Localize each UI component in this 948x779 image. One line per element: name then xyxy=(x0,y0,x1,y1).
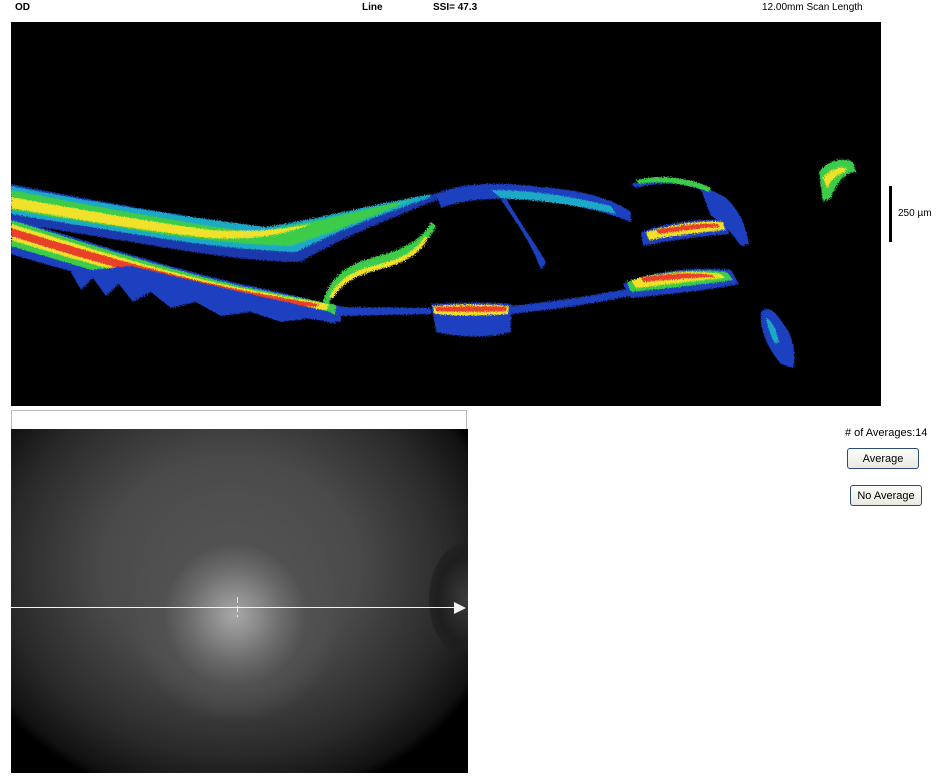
scale-bar xyxy=(889,186,892,242)
eye-label: OD xyxy=(15,2,30,13)
oct-bscan-drawing xyxy=(11,159,856,368)
average-button[interactable]: Average xyxy=(847,448,919,469)
oct-bscan-image xyxy=(11,22,881,406)
averages-count-label: # of Averages:14 xyxy=(845,427,928,439)
fundus-image[interactable] xyxy=(11,429,468,773)
scan-center-marker xyxy=(237,597,238,617)
scan-line-indicator[interactable] xyxy=(11,607,458,608)
scan-direction-arrow-icon xyxy=(454,602,466,614)
scale-bar-label: 250 µm xyxy=(898,208,932,219)
no-average-button[interactable]: No Average xyxy=(850,485,922,506)
optic-disc-region xyxy=(429,544,468,654)
scan-length-label: 12.00mm Scan Length xyxy=(762,2,863,13)
ssi-label: SSI= 47.3 xyxy=(433,2,478,13)
scan-type-label: Line xyxy=(362,2,383,13)
fundus-header-strip xyxy=(11,410,467,429)
